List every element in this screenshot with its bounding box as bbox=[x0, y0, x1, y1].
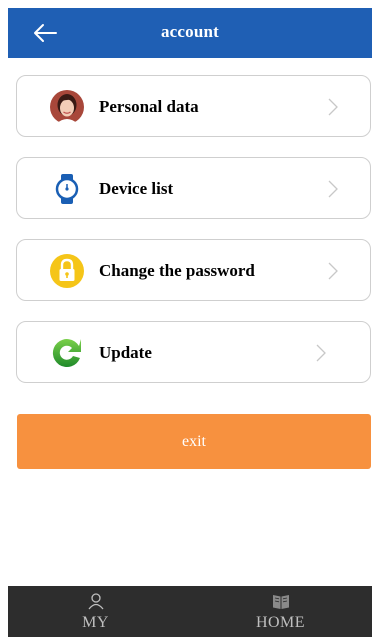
exit-button[interactable]: exit bbox=[17, 414, 371, 469]
refresh-icon bbox=[52, 339, 81, 368]
avatar-icon bbox=[50, 90, 84, 124]
person-icon bbox=[87, 593, 104, 610]
watch-icon bbox=[55, 174, 79, 204]
menu-item-change-password[interactable]: Change the password bbox=[16, 239, 371, 301]
tab-label: HOME bbox=[255, 614, 306, 631]
book-icon bbox=[272, 595, 289, 609]
bottom-tab-bar: MY HOME bbox=[8, 586, 372, 637]
app-header: account bbox=[8, 8, 372, 58]
menu-item-update[interactable]: Update bbox=[16, 321, 371, 383]
menu-item-device-list[interactable]: Device list bbox=[16, 157, 371, 219]
chevron-right-icon bbox=[316, 344, 326, 362]
lock-icon bbox=[50, 254, 84, 288]
page-title: account bbox=[160, 22, 220, 41]
chevron-right-icon bbox=[328, 262, 338, 280]
tab-home[interactable]: HOME bbox=[223, 586, 338, 637]
tab-label: MY bbox=[82, 614, 109, 631]
chevron-right-icon bbox=[328, 180, 338, 198]
menu-item-label: Device list bbox=[99, 179, 174, 198]
menu-item-label: Personal data bbox=[99, 97, 199, 116]
chevron-right-icon bbox=[328, 98, 338, 116]
tab-my[interactable]: MY bbox=[38, 586, 153, 637]
menu-item-label: Change the password bbox=[99, 261, 255, 280]
menu-item-label: Update bbox=[99, 343, 152, 362]
menu-item-personal-data[interactable]: Personal data bbox=[16, 75, 371, 137]
